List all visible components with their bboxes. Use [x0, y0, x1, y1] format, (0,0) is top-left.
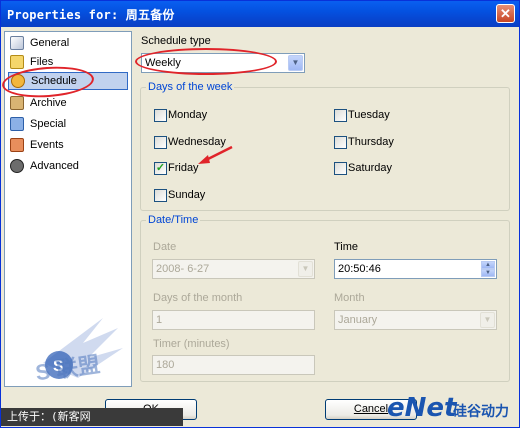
schedule-type-label: Schedule type — [141, 35, 211, 47]
chevron-down-icon[interactable]: ▼ — [288, 55, 303, 71]
month-value: January — [338, 314, 378, 326]
days-of-month-label: Days of the month — [153, 292, 243, 304]
friday-checkbox[interactable]: ✓ — [154, 162, 167, 175]
advanced-icon — [10, 159, 24, 173]
close-button[interactable]: ✕ — [496, 4, 515, 23]
properties-window: Properties for: 周五备份 ✕ General Files Sch… — [0, 0, 520, 428]
saturday-label: Saturday — [348, 162, 393, 174]
annotation-oval-weekly — [135, 48, 277, 75]
spin-down-icon[interactable]: ▼ — [481, 269, 495, 277]
window-title: Properties for: 周五备份 — [7, 8, 175, 22]
sunday-label: Sunday — [168, 189, 206, 201]
month-select[interactable]: January ▼ — [334, 310, 497, 330]
time-spinner[interactable]: ▲ ▼ — [481, 261, 495, 277]
archive-icon — [10, 96, 24, 110]
date-value: 2008- 6-27 — [156, 263, 210, 275]
tuesday-label: Tuesday — [348, 109, 390, 121]
friday-label: Friday — [168, 162, 199, 174]
days-of-month-value: 1 — [156, 314, 163, 326]
enet-logo: eNet — [387, 393, 457, 423]
checkmark-icon: ✓ — [155, 162, 166, 174]
title-bar[interactable]: Properties for: 周五备份 ✕ — [1, 1, 519, 27]
chevron-down-icon[interactable]: ▼ — [298, 261, 313, 277]
chevron-down-icon[interactable]: ▼ — [480, 312, 495, 328]
annotation-arrow-icon — [198, 145, 233, 164]
spin-up-icon[interactable]: ▲ — [481, 261, 495, 269]
timer-label: Timer (minutes) — [153, 338, 230, 350]
timer-field[interactable]: 180 — [152, 355, 315, 375]
datetime-title: Date/Time — [146, 214, 201, 226]
month-label: Month — [334, 292, 365, 304]
sidebar-item-general[interactable]: General — [8, 34, 128, 52]
time-field[interactable]: 20:50:46 ▲ ▼ — [334, 259, 497, 279]
enet-logo-cn: 硅谷动力 — [453, 403, 509, 419]
monday-checkbox[interactable] — [154, 109, 167, 122]
monday-label: Monday — [168, 109, 208, 121]
upload-watermark: 上传于：(新客网 WWW.XKER.COM) — [1, 408, 183, 426]
sunday-checkbox[interactable] — [154, 189, 167, 202]
time-value: 20:50:46 — [338, 263, 381, 275]
sidebar-item-events[interactable]: Events — [8, 136, 128, 154]
events-icon — [10, 138, 24, 152]
sidebar-item-label: Special — [30, 118, 67, 130]
sidebar-item-special[interactable]: Special — [8, 115, 128, 133]
tuesday-checkbox[interactable] — [334, 109, 347, 122]
special-icon — [10, 117, 24, 131]
days-of-week-title: Days of the week — [146, 81, 235, 93]
timer-value: 180 — [156, 359, 175, 371]
saturday-checkbox[interactable] — [334, 162, 347, 175]
sidebar-item-label: Archive — [30, 97, 67, 109]
date-picker[interactable]: 2008- 6-27 ▼ — [152, 259, 315, 279]
wednesday-checkbox[interactable] — [154, 136, 167, 149]
thursday-label: Thursday — [348, 136, 394, 148]
date-label: Date — [153, 241, 177, 253]
days-of-month-field[interactable]: 1 — [152, 310, 315, 330]
sidebar-item-label: Advanced — [30, 160, 79, 172]
thursday-checkbox[interactable] — [334, 136, 347, 149]
sidebar-item-advanced[interactable]: Advanced — [8, 157, 128, 175]
sidebar-item-label: Events — [30, 139, 64, 151]
files-icon — [10, 55, 24, 69]
general-icon — [10, 36, 24, 50]
time-label: Time — [334, 241, 359, 253]
sidebar-item-label: General — [30, 37, 70, 49]
